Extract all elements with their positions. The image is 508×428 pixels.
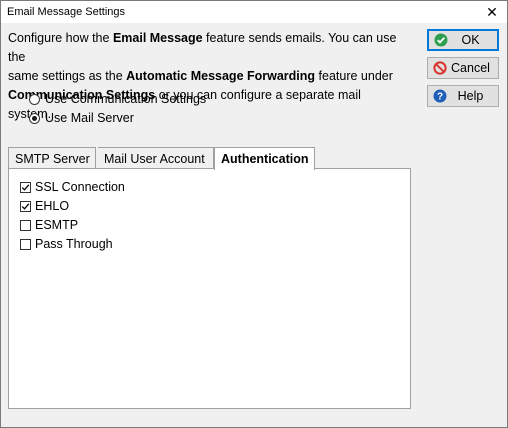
tab-label: Mail User Account <box>104 151 205 166</box>
intro-line2-pre: same settings as the <box>8 69 127 83</box>
checkbox-unchecked-icon <box>20 238 31 250</box>
checkbox-label: Pass Through <box>35 237 113 251</box>
ok-label: OK <box>461 33 480 47</box>
checkbox-ehlo[interactable]: EHLO <box>20 198 69 214</box>
close-icon: ✕ <box>486 3 498 20</box>
intro-line1-pre: Configure how the <box>8 31 113 45</box>
checkbox-unchecked-icon <box>20 219 31 231</box>
radio-label: Use Mail Server <box>45 111 134 125</box>
intro-email-message: Email Message <box>112 31 203 45</box>
question-circle-icon: ? <box>433 89 447 103</box>
tab-authentication[interactable]: Authentication <box>214 147 315 170</box>
checkbox-pass-through[interactable]: Pass Through <box>20 236 113 252</box>
dialog-body: Configure how the Email Message feature … <box>1 23 507 427</box>
tab-label: SMTP Server <box>15 151 90 166</box>
radio-label: Use Communication Settings <box>45 92 207 106</box>
tab-mail-user-account[interactable]: Mail User Account <box>98 147 214 169</box>
help-button[interactable]: ? Help <box>427 85 499 107</box>
ok-button[interactable]: OK <box>427 29 499 51</box>
checkbox-checked-icon <box>20 200 31 212</box>
svg-text:?: ? <box>437 92 443 103</box>
checkbox-label: ESMTP <box>35 218 79 232</box>
window-title: Email Message Settings <box>7 6 125 18</box>
tab-label: Authentication <box>221 152 309 166</box>
authentication-panel: SSL Connection EHLO ESMTP Pass Through <box>8 168 411 409</box>
help-label: Help <box>457 89 484 103</box>
tab-smtp-server[interactable]: SMTP Server <box>8 147 96 169</box>
checkbox-checked-icon <box>20 181 31 193</box>
checkbox-label: EHLO <box>35 199 70 213</box>
cancel-button[interactable]: Cancel <box>427 57 499 79</box>
radio-checked-icon <box>29 112 40 124</box>
checkbox-ssl-connection[interactable]: SSL Connection <box>20 179 125 195</box>
checkbox-esmtp[interactable]: ESMTP <box>20 217 78 233</box>
checkbox-label: SSL Connection <box>35 180 125 194</box>
radio-unchecked-icon <box>29 93 40 105</box>
intro-line2-post: feature under <box>315 69 393 83</box>
no-entry-icon <box>433 61 447 75</box>
close-button[interactable]: ✕ <box>477 1 507 23</box>
check-circle-icon <box>434 33 448 47</box>
title-bar: Email Message Settings ✕ <box>1 1 507 23</box>
radio-use-mail-server[interactable]: Use Mail Server <box>29 110 134 126</box>
cancel-label: Cancel <box>451 61 490 75</box>
dialog-window: Email Message Settings ✕ Configure how t… <box>0 0 508 428</box>
radio-use-communication-settings[interactable]: Use Communication Settings <box>29 91 206 107</box>
intro-auto-forwarding: Automatic Message Forwarding <box>126 69 316 83</box>
